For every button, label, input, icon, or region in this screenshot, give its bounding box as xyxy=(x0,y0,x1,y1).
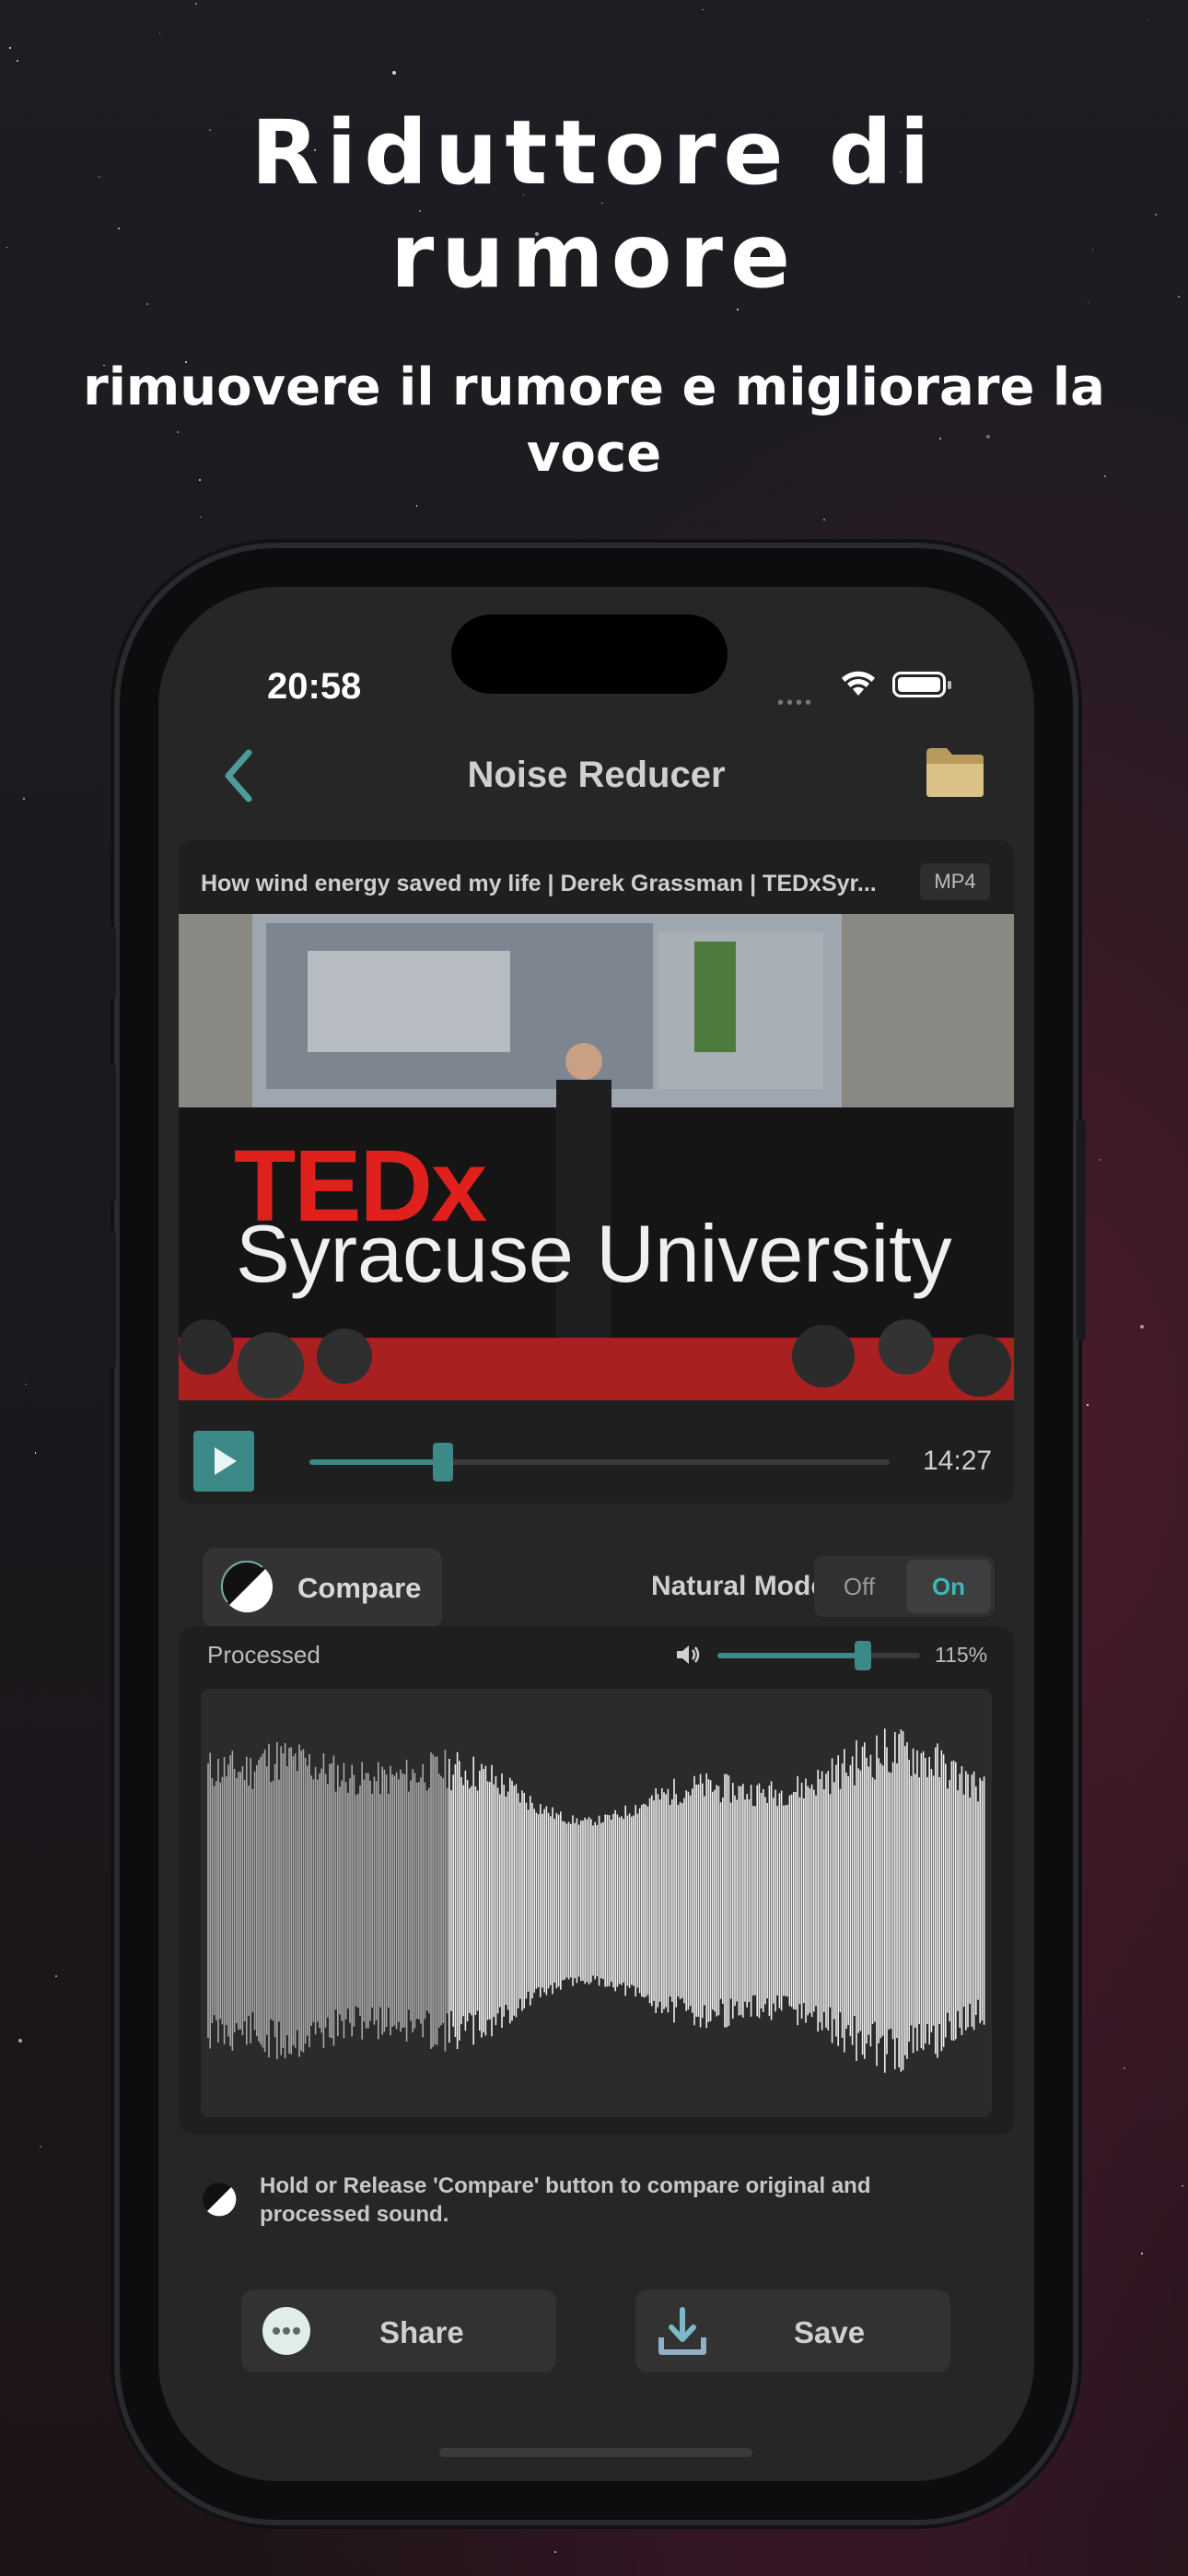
dynamic-island xyxy=(451,615,728,694)
promo-title: Riduttore di rumore xyxy=(0,101,1188,308)
signal-icon: •••• xyxy=(777,693,815,713)
natural-mode-on-option[interactable]: On xyxy=(906,1560,991,1613)
volume-slider[interactable] xyxy=(717,1641,920,1670)
save-label: Save xyxy=(794,2315,866,2349)
mute-switch xyxy=(107,926,116,1000)
format-badge: MP4 xyxy=(920,863,990,900)
seek-handle[interactable] xyxy=(432,1443,453,1481)
star xyxy=(702,8,704,11)
home-indicator xyxy=(439,2448,752,2457)
star xyxy=(34,1452,37,1454)
more-dots-icon xyxy=(262,2307,310,2355)
star xyxy=(1077,1543,1080,1545)
volume-handle[interactable] xyxy=(855,1641,872,1670)
phone-frame: 20:58 •••• Noise Reducer How wind energy… xyxy=(107,548,1086,2520)
seek-slider[interactable] xyxy=(309,1443,890,1481)
volume-up-button xyxy=(107,1064,116,1202)
star xyxy=(195,2,198,5)
compare-tip: Hold or Release 'Compare' button to comp… xyxy=(260,2173,871,2227)
half-circle-compare-icon xyxy=(203,2183,237,2217)
battery-icon xyxy=(892,672,951,697)
star xyxy=(1124,2067,1126,2070)
audio-waveform xyxy=(207,1728,985,2073)
promo-title-line2: rumore xyxy=(390,205,798,308)
star xyxy=(1076,1779,1078,1782)
download-icon xyxy=(658,2307,706,2355)
star xyxy=(40,2146,42,2149)
power-button xyxy=(1077,1119,1086,1341)
play-button[interactable] xyxy=(193,1431,254,1492)
promo-subtitle: rimuovere il rumore e migliorare la voce xyxy=(83,357,1105,484)
star xyxy=(17,60,18,62)
status-time: 20:58 xyxy=(267,666,362,707)
star xyxy=(17,2039,22,2043)
volume-level xyxy=(717,1653,864,1658)
natural-mode-label: Natural Mode xyxy=(651,1571,827,1601)
folder-icon[interactable] xyxy=(925,745,985,799)
star xyxy=(823,519,826,521)
share-label: Share xyxy=(379,2315,464,2349)
star xyxy=(1182,2184,1183,2187)
star xyxy=(415,505,418,507)
video-player[interactable]: TEDx Syracuse University xyxy=(179,914,1014,1400)
app-screen: 20:58 •••• Noise Reducer How wind energy… xyxy=(158,587,1034,2481)
star xyxy=(737,309,740,311)
star xyxy=(22,798,25,801)
half-circle-compare-icon xyxy=(221,1561,274,1613)
video-filename: How wind energy saved my life | Derek Gr… xyxy=(201,871,877,896)
page-title: Noise Reducer xyxy=(467,755,726,795)
promo-title-line1: Riduttore di xyxy=(250,101,938,205)
waveform-label: Processed xyxy=(207,1641,320,1669)
star xyxy=(1141,2252,1144,2254)
star xyxy=(392,70,397,75)
stage-text: Syracuse University xyxy=(236,1208,952,1299)
star xyxy=(54,1975,57,1978)
compare-label: Compare xyxy=(297,1572,422,1604)
video-duration: 14:27 xyxy=(923,1446,993,1476)
natural-mode-off-option[interactable]: Off xyxy=(814,1556,904,1617)
volume-value: 115% xyxy=(935,1643,988,1667)
speaker-icon xyxy=(677,1645,700,1664)
star xyxy=(25,1383,27,1386)
seek-progress xyxy=(309,1459,443,1465)
natural-mode-toggle: Off On xyxy=(814,1556,995,1617)
star xyxy=(1139,1325,1144,1329)
share-button[interactable]: Share xyxy=(241,2289,556,2372)
star xyxy=(112,1518,114,1520)
wifi-icon xyxy=(842,671,875,696)
star xyxy=(1147,19,1149,22)
star xyxy=(1098,1158,1101,1161)
star xyxy=(554,2551,557,2554)
star xyxy=(8,46,11,49)
save-button[interactable]: Save xyxy=(635,2289,950,2372)
compare-button[interactable]: Compare xyxy=(203,1548,442,1629)
star xyxy=(1087,1404,1089,1406)
waveform-view[interactable] xyxy=(201,1689,992,2117)
volume-down-button xyxy=(107,1230,116,1368)
star xyxy=(200,515,203,518)
star xyxy=(158,32,160,35)
